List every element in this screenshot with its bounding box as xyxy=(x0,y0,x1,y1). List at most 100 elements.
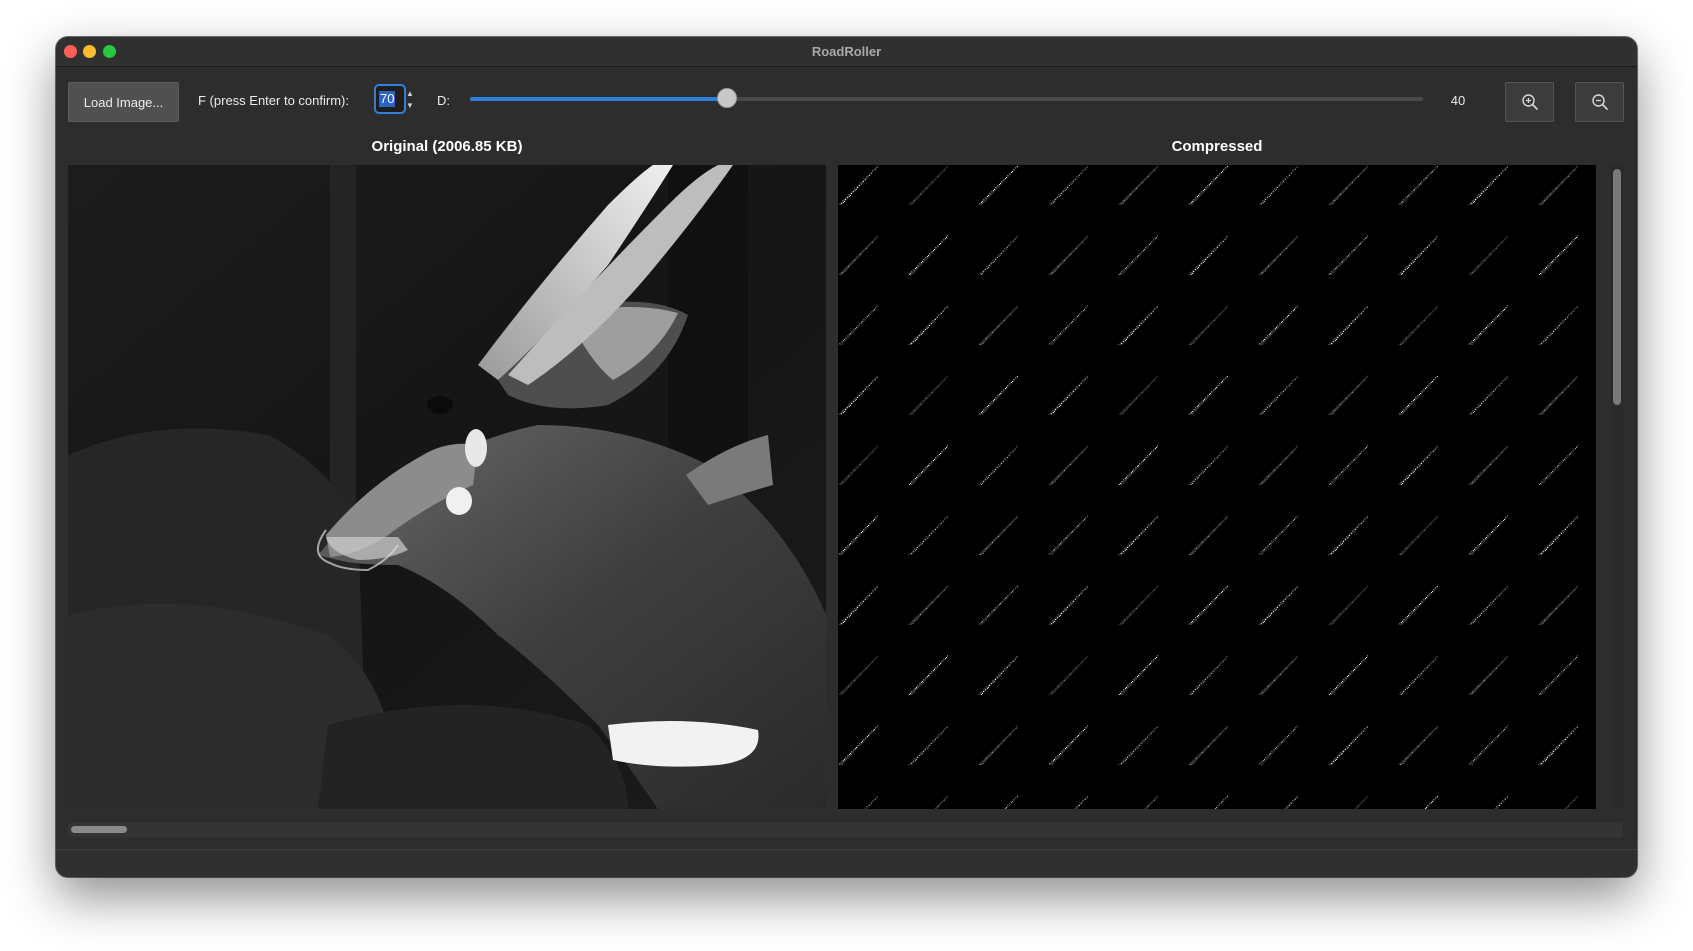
compressed-tile xyxy=(1538,165,1578,205)
compressed-tile xyxy=(1398,655,1438,695)
compressed-tile xyxy=(978,655,1018,695)
f-spinbox-value[interactable]: 70 xyxy=(379,91,396,107)
compressed-tile xyxy=(908,165,948,205)
compressed-tile xyxy=(1468,445,1508,485)
compressed-tile xyxy=(1258,165,1298,205)
compressed-tile xyxy=(1538,445,1578,485)
d-parameter-label: D: xyxy=(437,93,450,108)
compressed-tile xyxy=(1564,795,1578,809)
compressed-tile xyxy=(1328,515,1368,555)
compressed-tile xyxy=(978,305,1018,345)
compressed-tile xyxy=(838,305,878,345)
compressed-tile xyxy=(1328,165,1368,205)
compressed-tile xyxy=(1118,375,1158,415)
compressed-tile xyxy=(978,585,1018,625)
compressed-tile xyxy=(1494,795,1508,809)
compressed-tile xyxy=(1048,725,1088,765)
zoom-in-icon xyxy=(1521,94,1538,110)
compressed-tile xyxy=(1468,165,1508,205)
compressed-tile xyxy=(838,725,878,765)
compressed-tile xyxy=(978,165,1018,205)
compressed-tile xyxy=(1398,375,1438,415)
vertical-scrollbar[interactable] xyxy=(1611,165,1623,809)
compressed-tile xyxy=(1258,305,1298,345)
compressed-tile xyxy=(934,795,948,809)
compressed-tile xyxy=(978,445,1018,485)
compressed-tile xyxy=(1048,515,1088,555)
d-slider-fill xyxy=(470,97,728,101)
d-slider-track[interactable] xyxy=(470,97,1423,101)
horizontal-scrollbar-thumb[interactable] xyxy=(71,826,127,833)
compressed-tile xyxy=(1048,655,1088,695)
compressed-tile xyxy=(1398,585,1438,625)
antelope-photo xyxy=(68,165,826,809)
compressed-tile xyxy=(1538,375,1578,415)
compressed-tile xyxy=(1188,165,1228,205)
compressed-tile xyxy=(1328,725,1368,765)
compressed-tile xyxy=(1538,235,1578,275)
compressed-tile xyxy=(1468,585,1508,625)
f-spinbox-stepper[interactable]: ▲ ▼ xyxy=(405,89,415,111)
compressed-tile xyxy=(908,725,948,765)
compressed-tile xyxy=(978,725,1018,765)
compressed-tile xyxy=(1188,655,1228,695)
compressed-tile xyxy=(1398,165,1438,205)
window-title: RoadRoller xyxy=(811,44,882,59)
compressed-tile xyxy=(838,655,878,695)
compressed-tile xyxy=(1258,655,1298,695)
compressed-tile xyxy=(1118,305,1158,345)
compressed-tile xyxy=(908,515,948,555)
compressed-tile xyxy=(1118,655,1158,695)
compressed-tile xyxy=(1328,445,1368,485)
compressed-tile xyxy=(1538,585,1578,625)
vertical-scrollbar-thumb[interactable] xyxy=(1613,169,1621,405)
compressed-tile xyxy=(1258,235,1298,275)
f-spinbox[interactable]: 70 xyxy=(374,84,406,114)
compressed-tile xyxy=(1328,305,1368,345)
compressed-tile xyxy=(1004,795,1018,809)
compressed-tile xyxy=(908,375,948,415)
load-image-button[interactable]: Load Image... xyxy=(68,82,179,122)
compressed-tile xyxy=(908,655,948,695)
compressed-tile xyxy=(1048,445,1088,485)
compressed-tile xyxy=(1468,655,1508,695)
compressed-tile xyxy=(838,445,878,485)
compressed-tile xyxy=(1328,585,1368,625)
zoom-out-icon xyxy=(1591,94,1608,110)
compressed-tile xyxy=(1118,235,1158,275)
compressed-tile xyxy=(1258,725,1298,765)
compressed-tile xyxy=(1258,515,1298,555)
compressed-tile xyxy=(1214,795,1228,809)
compressed-tile xyxy=(864,795,878,809)
compressed-tile xyxy=(838,165,878,205)
compressed-image xyxy=(838,165,1596,809)
compressed-preview-grid xyxy=(838,165,1578,809)
compressed-tile xyxy=(1538,305,1578,345)
d-value-label: 40 xyxy=(1450,93,1466,108)
compressed-tile xyxy=(1118,585,1158,625)
compressed-tile xyxy=(1284,795,1298,809)
compressed-tile xyxy=(1328,375,1368,415)
compressed-tile xyxy=(1118,515,1158,555)
zoom-in-button[interactable] xyxy=(1505,82,1554,122)
compressed-tile xyxy=(1048,305,1088,345)
compressed-tile xyxy=(1398,725,1438,765)
compressed-tile xyxy=(1468,515,1508,555)
compressed-tile xyxy=(1144,795,1158,809)
compressed-tile xyxy=(1468,375,1508,415)
title-bar: RoadRoller xyxy=(56,37,1637,67)
compressed-tile xyxy=(1118,725,1158,765)
stepper-down-icon[interactable]: ▼ xyxy=(406,101,414,111)
compressed-tile xyxy=(908,585,948,625)
horizontal-scrollbar[interactable] xyxy=(68,823,1623,837)
original-panel-title: Original (2006.85 KB) xyxy=(371,138,523,155)
compressed-tile xyxy=(1468,235,1508,275)
compressed-tile xyxy=(908,235,948,275)
zoom-out-button[interactable] xyxy=(1575,82,1624,122)
compressed-tile xyxy=(1398,235,1438,275)
compressed-tile xyxy=(1188,445,1228,485)
compressed-tile xyxy=(1258,445,1298,485)
compressed-tile xyxy=(1468,305,1508,345)
stepper-up-icon[interactable]: ▲ xyxy=(406,89,414,99)
compressed-tile xyxy=(1258,375,1298,415)
